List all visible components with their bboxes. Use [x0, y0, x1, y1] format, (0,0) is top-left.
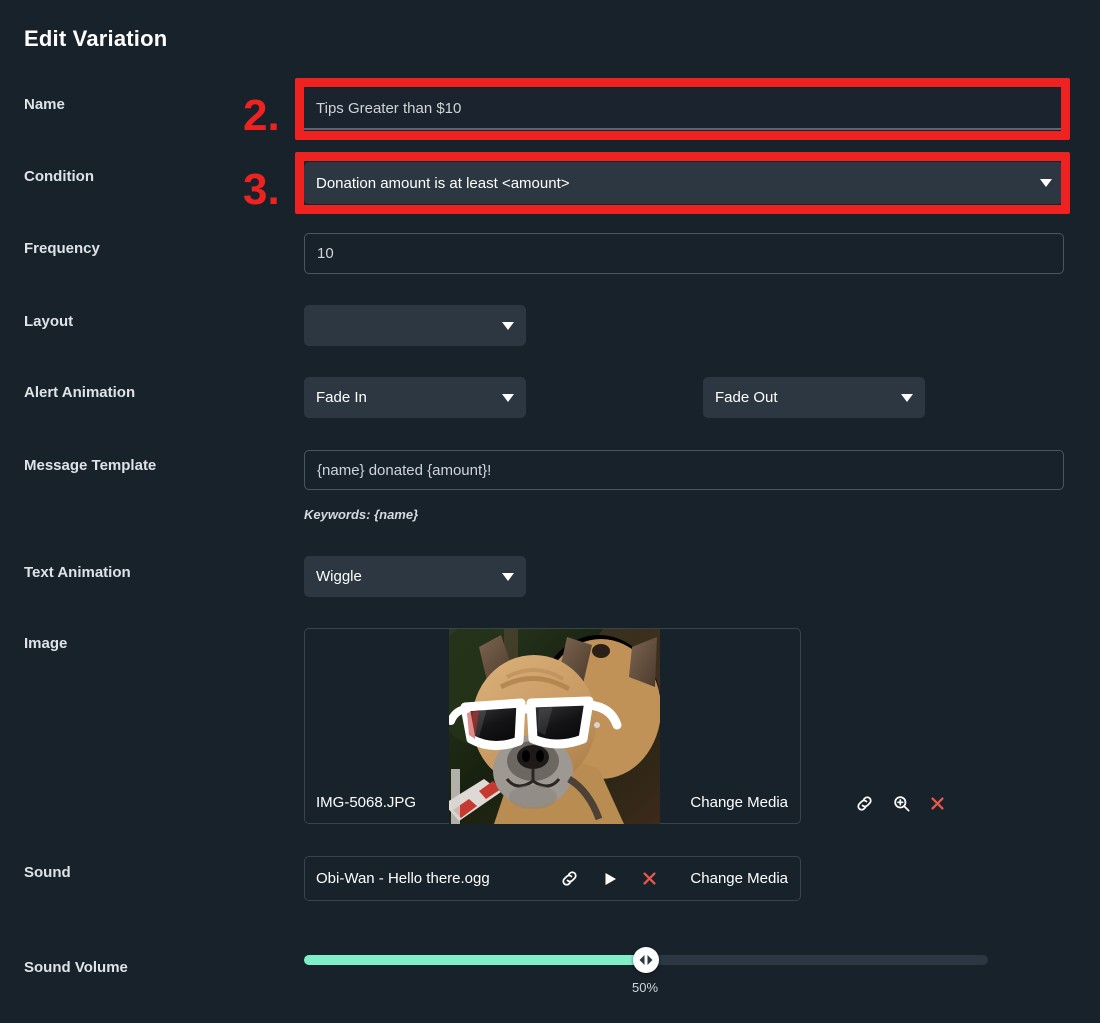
name-input[interactable] [304, 88, 1064, 130]
image-preview [449, 629, 660, 824]
condition-select-value: Donation amount is at least <amount> [316, 174, 570, 192]
remove-icon[interactable] [641, 870, 658, 887]
alert-animation-label: Alert Animation [24, 384, 136, 401]
image-media-box: IMG-5068.JPG Change Media [304, 628, 944, 824]
play-icon[interactable] [601, 870, 619, 888]
annotation-number-2: 2. [243, 91, 280, 140]
sound-volume-value: 50% [632, 980, 659, 995]
sound-volume-slider-fill [304, 955, 646, 965]
image-change-media-button[interactable]: Change Media [690, 794, 788, 811]
sound-volume-slider-thumb[interactable] [633, 947, 659, 973]
name-label: Name [24, 96, 65, 113]
chevron-down-icon [901, 393, 913, 402]
text-animation-select[interactable]: Wiggle [304, 556, 526, 597]
frequency-label: Frequency [24, 240, 100, 257]
image-file-name: IMG-5068.JPG [316, 794, 417, 811]
link-icon[interactable] [560, 869, 579, 888]
alert-animation-out-value: Fade Out [715, 389, 778, 406]
layout-label: Layout [24, 313, 74, 330]
alert-animation-out-select[interactable]: Fade Out [703, 377, 925, 418]
image-label: Image [24, 635, 68, 652]
message-template-input[interactable] [304, 450, 1064, 490]
text-animation-value: Wiggle [316, 568, 362, 585]
zoom-in-icon[interactable] [892, 794, 911, 813]
message-template-label: Message Template [24, 457, 157, 474]
condition-select[interactable]: Donation amount is at least <amount> [304, 162, 1064, 204]
sound-change-media-button[interactable]: Change Media [690, 870, 788, 887]
alert-animation-in-value: Fade In [316, 389, 367, 406]
chevron-down-icon [1040, 179, 1052, 187]
chevron-down-icon [502, 393, 514, 402]
chevron-down-icon [502, 321, 514, 330]
edit-variation-panel: Edit Variation Name Condition Donation a… [0, 0, 1100, 1023]
sound-file-name: Obi-Wan - Hello there.ogg [316, 870, 490, 887]
layout-select[interactable] [304, 305, 526, 346]
page-title: Edit Variation [24, 26, 168, 51]
text-animation-label: Text Animation [24, 564, 131, 581]
chevron-down-icon [502, 572, 514, 581]
frequency-input[interactable] [304, 233, 1064, 274]
remove-icon[interactable] [929, 795, 946, 812]
sound-media-box: Obi-Wan - Hello there.ogg Change Media [304, 856, 801, 901]
link-icon[interactable] [855, 794, 874, 813]
condition-label: Condition [24, 168, 94, 185]
message-template-hint: Keywords: {name} [304, 507, 419, 522]
sound-label: Sound [24, 864, 71, 881]
annotation-number-3: 3. [243, 165, 280, 214]
alert-animation-in-select[interactable]: Fade In [304, 377, 526, 418]
dog-photo [449, 629, 660, 824]
sound-volume-label: Sound Volume [24, 959, 128, 976]
left-right-arrows-icon [639, 955, 653, 965]
